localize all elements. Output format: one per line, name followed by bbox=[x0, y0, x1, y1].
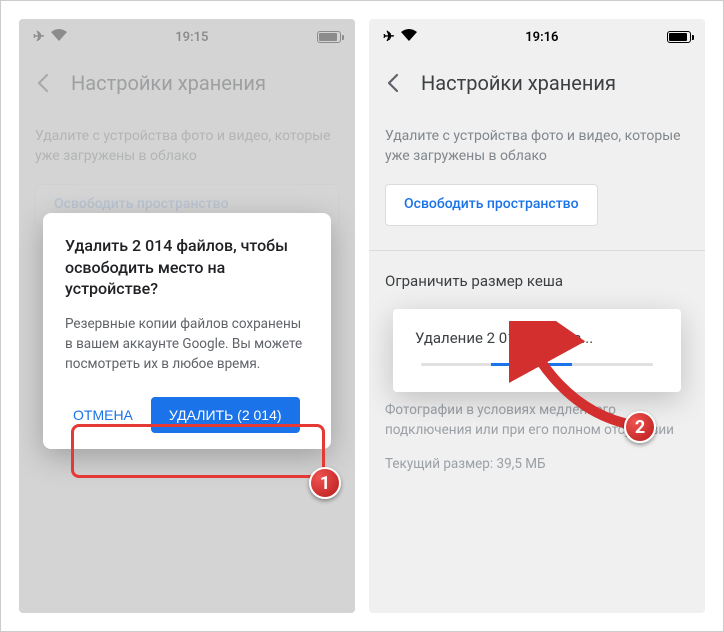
wifi-icon bbox=[401, 29, 417, 45]
cache-size: Текущий размер: 39,5 МБ bbox=[385, 454, 689, 474]
section-description: Удалите с устройства фото и видео, котор… bbox=[385, 127, 689, 166]
airplane-mode-icon: ✈ bbox=[383, 29, 395, 45]
dialog-body: Резервные копии файлов сохранены в вашем… bbox=[65, 314, 309, 375]
airplane-mode-icon: ✈ bbox=[33, 29, 45, 45]
annotation-badge-1: 1 bbox=[309, 467, 341, 499]
dialog-title: Удалить 2 014 файлов, чтобы освободить м… bbox=[65, 235, 309, 300]
progress-bar bbox=[421, 363, 653, 366]
confirm-delete-button[interactable]: УДАЛИТЬ (2 014) bbox=[151, 397, 300, 433]
back-icon[interactable] bbox=[31, 71, 55, 95]
battery-icon bbox=[317, 31, 341, 43]
section-description: Удалите с устройства фото и видео, котор… bbox=[35, 127, 339, 166]
phone-screen-left: ✈ 19:15 Настройки хранения Удалите с уст… bbox=[19, 19, 355, 613]
page-title: Настройки хранения bbox=[71, 71, 266, 95]
annotation-badge-2: 2 bbox=[624, 411, 656, 443]
deleting-progress-toast: Удаление 2 014 файлов... bbox=[393, 309, 681, 392]
app-header: Настройки хранения bbox=[369, 55, 705, 111]
cache-section-title: Ограничить размер кеша bbox=[385, 271, 689, 292]
back-icon[interactable] bbox=[381, 71, 405, 95]
status-bar: ✈ 19:15 bbox=[19, 19, 355, 55]
app-header: Настройки хранения bbox=[19, 55, 355, 111]
clock: 19:16 bbox=[525, 30, 558, 45]
battery-icon bbox=[667, 31, 691, 43]
toast-text: Удаление 2 014 файлов... bbox=[415, 329, 659, 347]
clock: 19:15 bbox=[175, 30, 208, 45]
wifi-icon bbox=[51, 29, 67, 45]
confirm-delete-dialog: Удалить 2 014 файлов, чтобы освободить м… bbox=[43, 213, 331, 449]
status-bar: ✈ 19:16 bbox=[369, 19, 705, 55]
cancel-button[interactable]: ОТМЕНА bbox=[65, 397, 141, 433]
free-up-space-button[interactable]: Освободить пространство bbox=[385, 184, 598, 226]
phone-screen-right: ✈ 19:16 Настройки хранения Удалите с уст… bbox=[369, 19, 705, 613]
page-title: Настройки хранения bbox=[421, 71, 616, 95]
